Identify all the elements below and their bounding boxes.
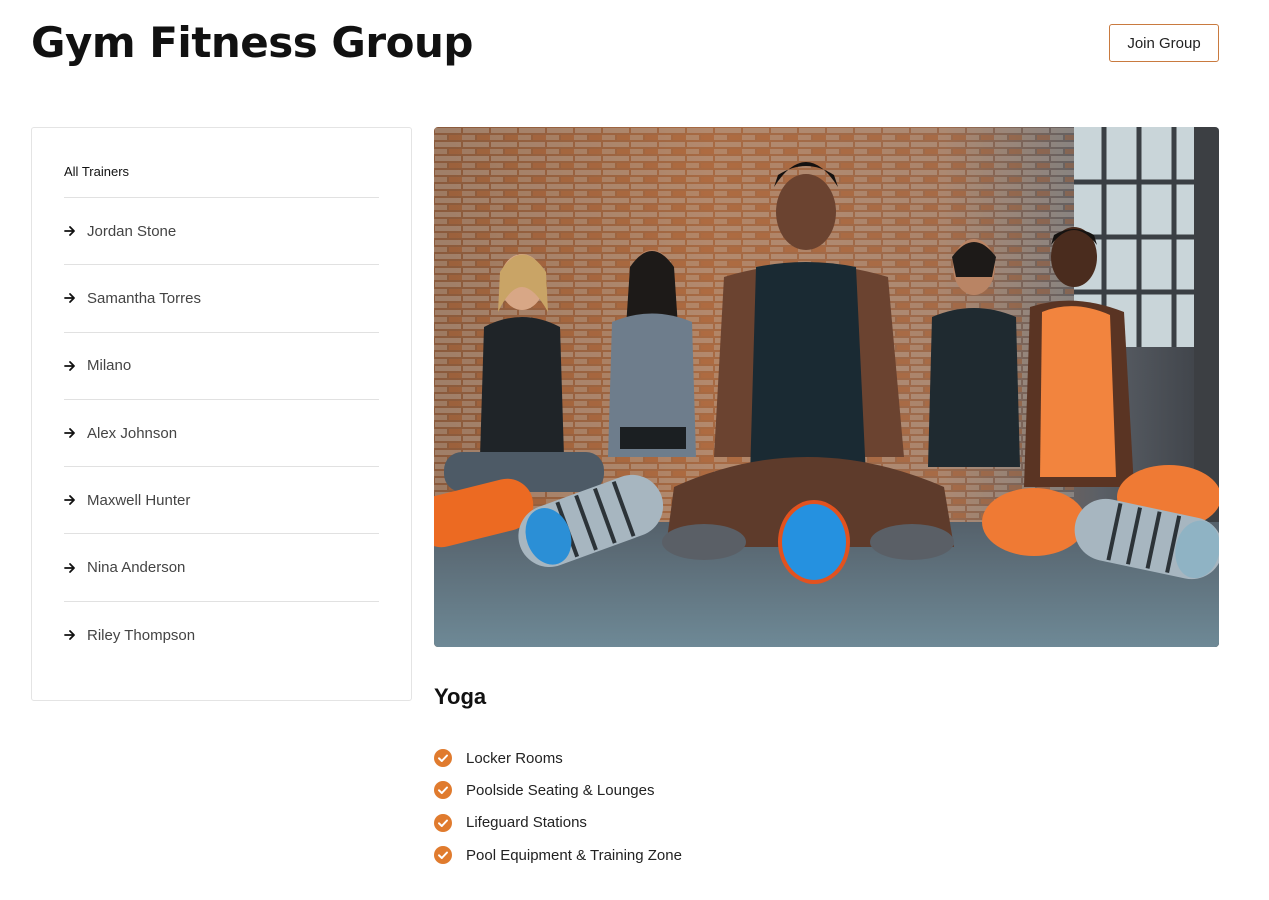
- sidebar-heading: All Trainers: [64, 164, 130, 179]
- trainer-item-alex-johnson[interactable]: Alex Johnson: [64, 400, 379, 468]
- trainer-item-riley-thompson[interactable]: Riley Thompson: [64, 602, 379, 669]
- fitness-class-photo: [434, 127, 1219, 647]
- join-group-button[interactable]: Join Group: [1109, 24, 1219, 62]
- trainer-name: Samantha Torres: [87, 289, 201, 307]
- amenity-item: Locker Rooms: [434, 742, 682, 774]
- amenity-label: Pool Equipment & Training Zone: [466, 846, 682, 864]
- check-circle-icon: [434, 846, 452, 865]
- amenity-label: Poolside Seating & Lounges: [466, 781, 655, 799]
- trainer-item-jordan-stone[interactable]: Jordan Stone: [64, 198, 379, 266]
- trainer-name: Riley Thompson: [87, 626, 196, 644]
- check-circle-icon: [434, 781, 452, 800]
- arrow-right-icon: [64, 630, 75, 641]
- trainer-name: Nina Anderson: [87, 559, 186, 577]
- check-circle-icon: [434, 813, 452, 832]
- arrow-right-icon: [64, 226, 75, 237]
- trainer-item-milano[interactable]: Milano: [64, 333, 379, 400]
- trainer-list: Jordan Stone Samantha Torres Milano Alex…: [64, 198, 379, 669]
- amenity-item: Poolside Seating & Lounges: [434, 774, 682, 806]
- amenity-list: Locker Rooms Poolside Seating & Lounges …: [434, 742, 682, 871]
- page-title: Gym Fitness Group: [31, 18, 473, 67]
- check-circle-icon: [434, 749, 452, 768]
- amenity-item: Lifeguard Stations: [434, 807, 682, 839]
- amenity-item: Pool Equipment & Training Zone: [434, 839, 682, 871]
- class-hero-image: [434, 127, 1219, 647]
- trainer-item-samantha-torres[interactable]: Samantha Torres: [64, 265, 379, 333]
- trainer-name: Milano: [87, 357, 132, 375]
- arrow-right-icon: [64, 495, 75, 506]
- arrow-right-icon: [64, 360, 75, 371]
- arrow-right-icon: [64, 428, 75, 438]
- arrow-right-icon: [64, 562, 75, 573]
- trainer-name: Maxwell Hunter: [87, 491, 191, 509]
- trainer-item-nina-anderson[interactable]: Nina Anderson: [64, 534, 379, 602]
- amenity-label: Lifeguard Stations: [466, 814, 587, 832]
- trainers-sidebar: All Trainers Jordan Stone Samantha Torre…: [31, 127, 412, 701]
- amenity-label: Locker Rooms: [466, 749, 563, 767]
- arrow-right-icon: [64, 293, 75, 304]
- class-title: Yoga: [434, 684, 487, 709]
- trainer-name: Jordan Stone: [87, 222, 177, 240]
- trainer-name: Alex Johnson: [87, 424, 178, 442]
- trainer-item-maxwell-hunter[interactable]: Maxwell Hunter: [64, 467, 379, 535]
- page: Gym Fitness Group Join Group All Trainer…: [0, 0, 1269, 900]
